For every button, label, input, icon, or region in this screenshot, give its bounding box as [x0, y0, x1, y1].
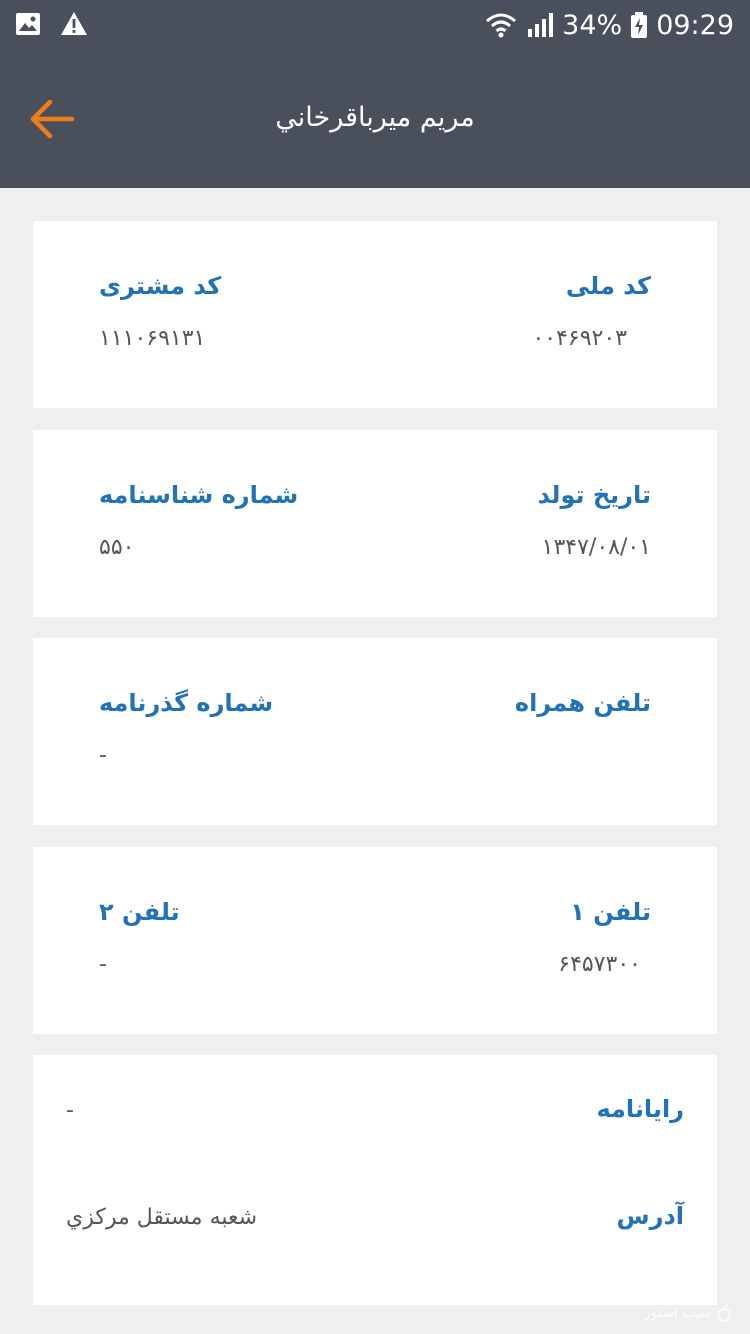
watermark-text: سیب اسنور: [644, 1305, 712, 1321]
battery-percent: 34%: [562, 9, 623, 41]
email-value: -: [66, 1098, 74, 1123]
warning-icon: [61, 12, 87, 35]
customer-code-label: کد مشتری: [99, 272, 222, 300]
certificate-number-label: شماره شناسنامه: [99, 481, 299, 509]
info-card-ids: کد ملی ۰۰۴۶۹۲۰۳ کد مشتری ۱۱۱۰۶۹۱۳۱: [33, 221, 717, 408]
page-title: مریم میرباقرخاني: [275, 102, 475, 133]
address-value: شعبه مستقل مرکزي: [66, 1205, 258, 1230]
certificate-number-value: ۵۵۰: [99, 535, 135, 560]
address-label: آدرس: [616, 1202, 684, 1230]
info-card-birth: تاریخ تولد ۱۳۴۷/۰۸/۰۱ شماره شناسنامه ۵۵۰: [33, 430, 717, 617]
info-card-phones: تلفن ۱ ۶۴۵۷۳۰۰ تلفن ۲ -: [33, 847, 717, 1034]
signal-icon: [528, 13, 554, 37]
phone1-label: تلفن ۱: [570, 898, 651, 926]
gallery-icon: [16, 13, 40, 35]
national-code-label: کد ملی: [565, 272, 651, 300]
apple-icon: [717, 1304, 731, 1322]
phone1-value: ۶۴۵۷۳۰۰: [558, 952, 641, 977]
clock: 09:29: [656, 9, 734, 41]
app-bar: مریم میرباقرخاني: [0, 50, 750, 188]
wifi-icon: [486, 13, 517, 38]
phone2-value: -: [99, 952, 107, 977]
national-code-value: ۰۰۴۶۹۲۰۳: [532, 326, 627, 351]
email-label: رایانامه: [596, 1095, 684, 1123]
watermark: سیب اسنور: [644, 1304, 732, 1322]
passport-number-label: شماره گذرنامه: [99, 689, 274, 717]
passport-number-value: -: [99, 743, 107, 768]
info-card-contact: رایانامه - آدرس شعبه مستقل مرکزي: [33, 1055, 717, 1305]
birth-date-value: ۱۳۴۷/۰۸/۰۱: [541, 535, 651, 560]
phone2-label: تلفن ۲: [99, 898, 180, 926]
birth-date-label: تاریخ تولد: [537, 481, 651, 509]
info-card-mobile: تلفن همراه شماره گذرنامه -: [33, 638, 717, 825]
status-bar: 34% 09:29: [0, 0, 750, 50]
customer-code-value: ۱۱۱۰۶۹۱۳۱: [99, 326, 206, 351]
battery-icon: [631, 12, 648, 38]
mobile-label: تلفن همراه: [514, 689, 651, 717]
